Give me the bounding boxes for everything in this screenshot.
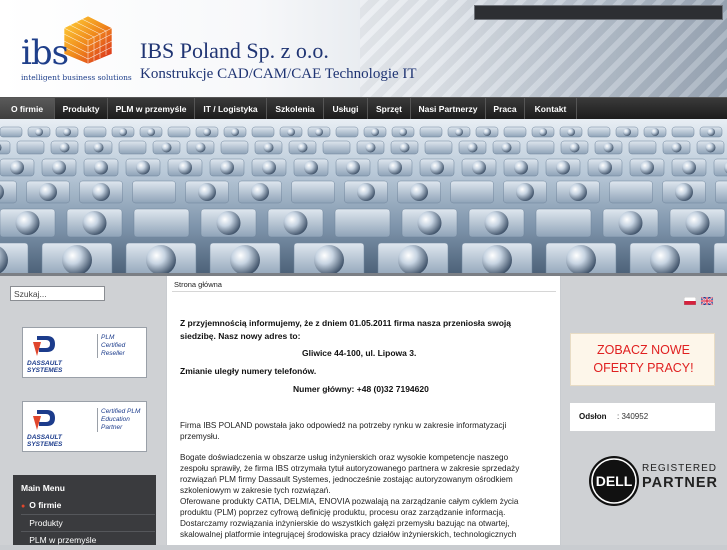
- text-line: Oferowane produkty CATIA, DELMIA, ENOVIA…: [180, 496, 519, 507]
- main-menu-item-plm[interactable]: ●PLM w przemyśle: [21, 531, 155, 548]
- text-line: Firma IBS POLAND powstała jako odpowiedź…: [180, 420, 506, 431]
- top-search-input[interactable]: [474, 5, 723, 20]
- badge-text: PLM Certified Reseller: [97, 334, 149, 358]
- nav-item-sprzet[interactable]: Sprzęt: [368, 98, 411, 120]
- paragraph: Firma IBS POLAND powstała jako odpowiedź…: [180, 420, 506, 442]
- job-offers-banner[interactable]: ZOBACZ NOWE OFERTY PRACY!: [570, 333, 715, 386]
- divider: [172, 291, 556, 292]
- notice-line: siedzibę. Nasz nowy adres to:: [180, 331, 300, 341]
- search-input[interactable]: Szukaj...: [10, 286, 105, 301]
- badge-line: Certified PLM: [101, 408, 149, 416]
- address: Gliwice 44-100, ul. Lipowa 3.: [302, 348, 416, 358]
- hero-spheres-image: [0, 119, 727, 273]
- paragraph: Bogate doświadczenia w obszarze usług in…: [180, 452, 519, 540]
- company-subtitle: Konstrukcje CAD/CAM/CAE Technologie IT: [140, 66, 417, 82]
- dell-logo-icon: DELL: [588, 455, 640, 507]
- polish-flag-icon[interactable]: [684, 297, 696, 305]
- main-menu-title: Main Menu: [21, 483, 65, 493]
- main-menu-item-produkty[interactable]: ●Produkty: [21, 514, 155, 531]
- ds-3d-icon: [31, 406, 61, 434]
- text-line: skalowalnej platformie integrującej środ…: [180, 529, 519, 540]
- registered-text: REGISTERED: [642, 463, 717, 474]
- text-line: szkoleniowym w zakresie tych rozwiązań.: [180, 485, 519, 496]
- logo-text: ibs: [21, 36, 68, 70]
- badge-line: Certified: [101, 342, 149, 350]
- text-line: zespołu sprawiły, że firma IBS otrzymała…: [180, 463, 519, 474]
- nav-item-produkty[interactable]: Produkty: [55, 98, 108, 120]
- dell-logo-text: DELL: [596, 473, 633, 489]
- text-line: rozwiązań PLM firmy Dassault Systemes, j…: [180, 474, 519, 485]
- breadcrumb[interactable]: Strona główna: [174, 280, 222, 289]
- dassault-education-badge[interactable]: DASSAULT SYSTEMES Certified PLM Educatio…: [22, 401, 147, 452]
- nav-item-plm[interactable]: PLM w przemyśle: [108, 98, 195, 120]
- dassault-reseller-badge[interactable]: DASSAULT SYSTEMES PLM Certified Reseller: [22, 327, 147, 378]
- nav-item-kontakt[interactable]: Kontakt: [525, 98, 577, 120]
- logo-tagline: intelligent business solutions: [21, 73, 132, 82]
- jobs-line: OFERTY PRACY!: [571, 361, 716, 375]
- nav-item-partnerzy[interactable]: Nasi Partnerzy: [411, 98, 486, 120]
- jobs-line: ZOBACZ NOWE: [571, 343, 716, 357]
- notice-line: Z przyjemnością informujemy, że z dniem …: [180, 318, 511, 328]
- badge-line: Partner: [101, 424, 149, 432]
- text-line: Bogate doświadczenia w obszarze usług in…: [180, 452, 519, 463]
- badge-line: Education: [101, 416, 149, 424]
- main-menu-item-label: PLM w przemyśle: [29, 535, 96, 545]
- main-nav: O firmie Produkty PLM w przemyśle IT / L…: [0, 97, 727, 120]
- visits-value: : 340952: [617, 412, 648, 421]
- ds-brand-text: DASSAULT SYSTEMES: [27, 434, 93, 448]
- logo-cube-icon: [62, 14, 114, 66]
- text-line: przemysłu.: [180, 431, 506, 442]
- main-menu-item-label: O firmie: [29, 500, 61, 510]
- nav-item-uslugi[interactable]: Usługi: [324, 98, 368, 120]
- english-flag-icon[interactable]: [701, 297, 713, 305]
- visit-counter: Odsłon : 340952: [570, 403, 715, 431]
- main-number: Numer główny: +48 (0)32 7194620: [293, 384, 429, 394]
- dassault-logo: DASSAULT SYSTEMES: [27, 406, 93, 448]
- nav-item-it-logistyka[interactable]: IT / Logistyka: [195, 98, 267, 120]
- ds-3d-icon: [31, 332, 61, 360]
- text-line: Dostarczamy rozwiązania inżynierskie do …: [180, 518, 519, 529]
- ds-brand-text: DASSAULT SYSTEMES: [27, 360, 93, 374]
- dassault-logo: DASSAULT SYSTEMES: [27, 332, 93, 374]
- partner-text: PARTNER: [642, 475, 718, 491]
- text-line: produktu (PLM) poprzez cyfrową definicję…: [180, 507, 519, 518]
- hero-banner: [0, 119, 727, 273]
- nav-item-szkolenia[interactable]: Szkolenia: [267, 98, 324, 120]
- badge-text: Certified PLM Education Partner: [97, 408, 149, 432]
- main-menu: Main Menu ● O firmie ●Produkty ●PLM w prz…: [13, 475, 156, 545]
- phones-changed: Zmianie uległy numery telefonów.: [180, 366, 316, 376]
- nav-item-praca[interactable]: Praca: [486, 98, 525, 120]
- badge-line: PLM: [101, 334, 149, 342]
- main-menu-item-label: Produkty: [29, 518, 63, 528]
- bullet-icon: ●: [21, 503, 25, 510]
- main-menu-item-o-firmie[interactable]: ● O firmie: [21, 497, 155, 513]
- nav-item-o-firmie[interactable]: O firmie: [0, 98, 55, 120]
- company-name: IBS Poland Sp. z o.o.: [140, 40, 329, 62]
- badge-line: Reseller: [101, 350, 149, 358]
- visits-label: Odsłon: [579, 412, 607, 421]
